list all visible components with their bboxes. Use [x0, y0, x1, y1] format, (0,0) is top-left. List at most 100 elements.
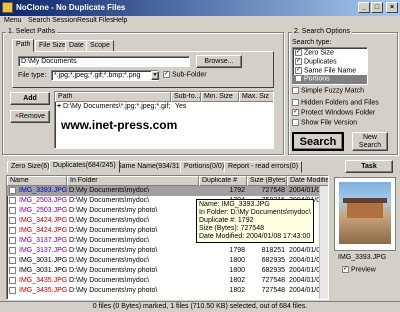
menu-help[interactable]: Help [113, 17, 127, 24]
row-size: 727548 [261, 187, 285, 194]
search-type-zero-size[interactable]: ✓ Zero Size [295, 49, 334, 56]
subfolder-check-icon: ✓ [163, 71, 170, 78]
row-name: IMG_3031.JPG [19, 267, 67, 274]
row-size: 818251 [261, 247, 285, 254]
same-file-name-check-icon: ✓ [295, 67, 302, 74]
row-duplicate: 1802 [229, 287, 245, 294]
path-row-path: D:\My Documents\*.jpg;*.jpeg;*.gif;... [63, 103, 171, 110]
row-checkbox[interactable] [9, 187, 16, 194]
min-size-col-header[interactable]: Min. Size [201, 92, 239, 102]
row-name: IMG_2503.JPG [19, 207, 67, 214]
search-type-duplicates[interactable]: ✓ Duplicates [295, 58, 337, 65]
table-row[interactable]: IMG_3435.JPG D:\My Documents\my photo\ 180… [7, 286, 319, 296]
row-checkbox[interactable] [9, 217, 16, 224]
row-name: IMG_3031.JPG [19, 257, 67, 264]
menu-search-session[interactable]: Search Session [28, 17, 77, 24]
search-type-portions[interactable]: Portions [293, 75, 367, 84]
add-button[interactable]: Add [10, 92, 50, 105]
row-date: 2004/01/08 17: [289, 257, 319, 264]
hidden-check-icon [292, 99, 299, 106]
row-checkbox[interactable] [9, 197, 16, 204]
row-folder: D:\My Documents\my photo\ [69, 227, 158, 234]
size-col-header[interactable]: Size (Bytes) [247, 176, 287, 186]
row-name: IMG_3424.JPG [19, 217, 67, 224]
preview-roof-shape [343, 198, 387, 203]
table-row[interactable]: IMG_3435.JPG D:\My Documents\mydoc\ 1802 72… [7, 276, 319, 286]
row-folder: D:\My Documents\my photo\ [69, 287, 158, 294]
preview-check-icon: ✓ [342, 266, 349, 273]
menu-menu[interactable]: Menu [4, 17, 22, 24]
row-checkbox[interactable] [9, 247, 16, 254]
row-duplicate: 1798 [229, 247, 245, 254]
task-button[interactable]: Task [345, 160, 393, 173]
app-icon [2, 2, 13, 13]
maximize-button[interactable]: □ [371, 2, 383, 13]
minimize-button[interactable]: _ [358, 2, 370, 13]
protect-windows-checkbox[interactable]: ✓ Protect Windows Folder [292, 109, 375, 116]
preview-checkbox[interactable]: ✓ Preview [342, 266, 376, 273]
row-checkbox[interactable] [9, 277, 16, 284]
row-checkbox[interactable] [9, 227, 16, 234]
date-col-header[interactable]: Date Modified [287, 176, 328, 186]
tab-zero-size[interactable]: Zero Size(6) [7, 161, 54, 173]
table-row[interactable]: IMG_3137.JPG D:\My Documents\my photo\ 179… [7, 246, 319, 256]
row-date: 2004/01/08 17: [289, 187, 319, 194]
file-type-input[interactable]: *.jpg;*.jpeg;*.gif;*.bmp;*.png [51, 70, 159, 81]
tooltip-duplicate: Duplicate #: 1792 [199, 217, 254, 224]
tab-same-name[interactable]: Same Name(934/317) [113, 161, 190, 173]
row-folder: D:\My Documents\my photo\ [69, 267, 158, 274]
close-button[interactable]: × [386, 2, 398, 13]
path-row[interactable]: + D:\My Documents\*.jpg;*.jpeg;*.gif;...… [55, 102, 273, 112]
tab-report[interactable]: Report - read errors(0) [224, 161, 303, 173]
preview-image [339, 182, 391, 244]
row-checkbox[interactable] [9, 267, 16, 274]
path-col-header[interactable]: Path [55, 92, 171, 102]
status-bar: 0 files (0 Bytes) marked, 1 files (710.5… [0, 301, 400, 312]
table-row[interactable]: IMG_3031.JPG D:\My Documents\mydoc\ 1800 68… [7, 256, 319, 266]
row-name: IMG_3393.JPG [19, 187, 67, 194]
table-row[interactable]: IMG_3393.JPG D:\My Documents\mydoc\ 1792 72… [7, 186, 319, 196]
row-checkbox[interactable] [9, 287, 16, 294]
browse-button[interactable]: Browse... [196, 55, 242, 68]
search-button[interactable]: Search [292, 132, 344, 151]
path-input[interactable]: D:\My Documents [18, 56, 190, 67]
tab-duplicates[interactable]: Duplicates(684/245) [49, 160, 120, 173]
search-type-list[interactable]: ✓ Zero Size ✓ Duplicates ✓ Same File Nam… [292, 47, 368, 85]
results-scrollbar[interactable] [319, 186, 328, 299]
duplicate-col-header[interactable]: Duplicate # [199, 176, 247, 186]
table-row[interactable]: IMG_3031.JPG D:\My Documents\my photo\ 180… [7, 266, 319, 276]
subfolder-checkbox[interactable]: ✓ Sub-Folder [163, 71, 207, 78]
row-date: 2004/01/08 1 [289, 247, 319, 254]
hidden-folders-checkbox[interactable]: Hidden Folders and Files [292, 99, 379, 106]
file-type-dropdown-button[interactable]: ▼ [151, 71, 159, 80]
max-size-col-header[interactable]: Max. Siz [239, 92, 273, 102]
row-checkbox[interactable] [9, 207, 16, 214]
search-type-same-file-name[interactable]: ✓ Same File Name [295, 67, 356, 74]
row-folder: D:\My Documents\my photo\ [69, 247, 158, 254]
row-name: IMG_3424.JPG [19, 227, 67, 234]
duplicates-check-icon: ✓ [295, 58, 302, 65]
remove-button[interactable]: ×Remove [10, 110, 50, 123]
new-search-button[interactable]: New Search [352, 132, 388, 151]
file-type-label: File type: [18, 72, 47, 79]
row-folder: D:\My Documents\mydoc\ [69, 187, 150, 194]
subfolder-col-header[interactable]: Sub-fo... [171, 92, 201, 102]
show-version-checkbox[interactable]: Show File Version [292, 119, 357, 126]
tab-portions[interactable]: Portions(0/0) [180, 161, 229, 173]
row-checkbox[interactable] [9, 257, 16, 264]
path-list[interactable]: Path Sub-fo... Min. Size Max. Siz + D:\M… [54, 91, 274, 149]
fuzzy-check-icon [292, 87, 299, 94]
row-checkbox[interactable] [9, 237, 16, 244]
row-size: 682935 [261, 267, 285, 274]
tab-path[interactable]: Path [12, 39, 35, 52]
tooltip-size: Size (Bytes): 727548 [199, 225, 264, 232]
folder-col-header[interactable]: In Folder [67, 176, 199, 186]
fuzzy-match-checkbox[interactable]: Simple Fuzzy Match [292, 87, 364, 94]
row-date: 2004/01/08 17: [289, 287, 319, 294]
row-folder: D:\My Documents\mydoc\ [69, 217, 150, 224]
menu-result-files[interactable]: Result Files [77, 17, 114, 24]
path-row-sub: Yes [175, 103, 187, 110]
row-name: IMG_3137.JPG [19, 237, 67, 244]
name-col-header[interactable]: Name [7, 176, 67, 186]
row-size: 727548 [261, 287, 285, 294]
